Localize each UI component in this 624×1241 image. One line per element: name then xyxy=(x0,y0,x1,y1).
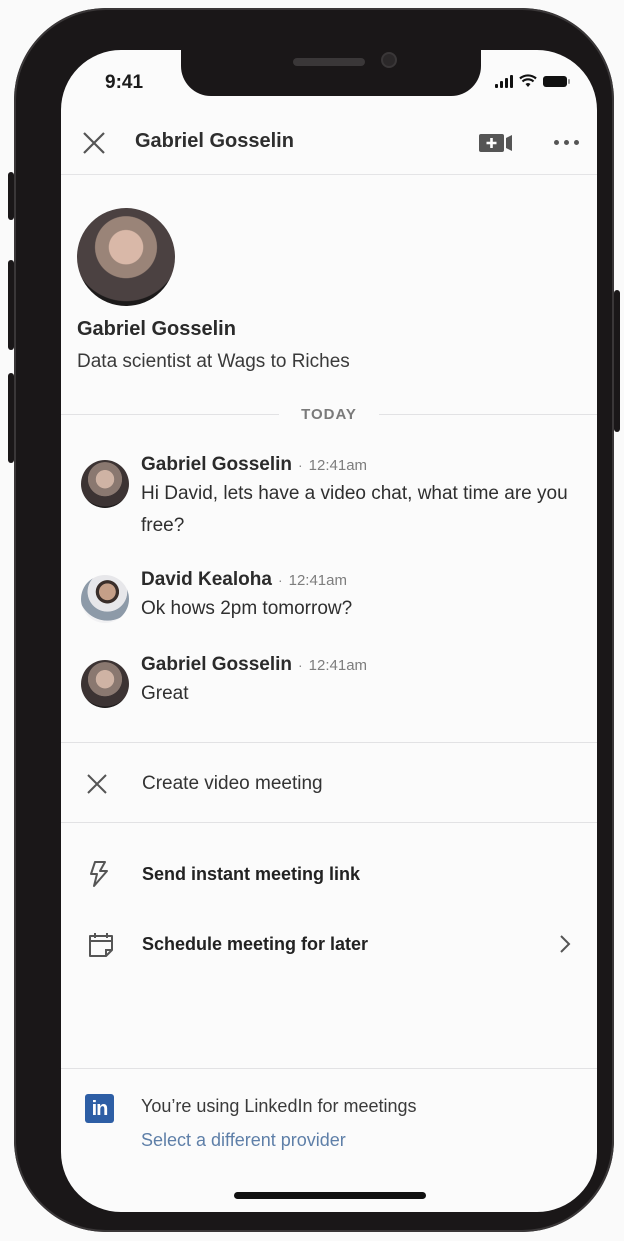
message-time: 12:41am xyxy=(308,457,368,474)
message-text: Ok hows 2pm tomorrow? xyxy=(141,598,353,619)
profile-name[interactable]: Gabriel Gosselin xyxy=(77,318,236,341)
front-camera xyxy=(381,52,397,68)
more-horizontal-icon[interactable] xyxy=(554,140,579,145)
linkedin-logo-icon: in xyxy=(85,1094,114,1123)
message-time: 12:41am xyxy=(288,572,347,589)
battery-icon xyxy=(543,75,570,87)
message-text: Great xyxy=(141,683,189,704)
message-author[interactable]: Gabriel Gosselin xyxy=(141,454,292,475)
close-icon[interactable] xyxy=(85,772,109,796)
calendar-icon xyxy=(89,933,113,957)
provider-text: You’re using LinkedIn for meetings xyxy=(141,1096,417,1116)
notch xyxy=(181,50,481,96)
lightning-icon xyxy=(90,861,108,887)
message-author[interactable]: David Kealoha xyxy=(141,569,272,590)
video-plus-icon[interactable] xyxy=(479,132,513,154)
message-author[interactable]: Gabriel Gosselin xyxy=(141,654,292,675)
wifi-icon xyxy=(519,74,537,87)
profile-headline: Data scientist at Wags to Riches xyxy=(77,351,350,372)
profile-avatar[interactable] xyxy=(77,208,175,306)
volume-down-button xyxy=(8,373,14,463)
volume-up-button xyxy=(8,260,14,350)
create-video-meeting-header: Create video meeting xyxy=(61,756,597,812)
phone-frame: 9:41 Gabriel Gosselin Gabriel Gosselin D… xyxy=(8,8,620,1232)
header-title: Gabriel Gosselin xyxy=(135,130,294,152)
divider xyxy=(61,822,597,823)
avatar[interactable] xyxy=(81,460,129,508)
select-provider-link[interactable]: Select a different provider xyxy=(141,1130,346,1151)
power-button xyxy=(614,290,620,432)
avatar[interactable] xyxy=(81,660,129,708)
status-icons xyxy=(495,74,570,88)
speaker xyxy=(293,58,365,66)
schedule-meeting-label: Schedule meeting for later xyxy=(142,933,369,954)
status-time: 9:41 xyxy=(105,72,144,93)
conversation-header: Gabriel Gosselin xyxy=(61,110,597,175)
divider xyxy=(61,742,597,743)
date-divider-label: TODAY xyxy=(301,406,357,423)
schedule-meeting-option[interactable]: Schedule meeting for later xyxy=(61,916,597,972)
send-instant-meeting-link-option[interactable]: Send instant meeting link xyxy=(61,846,597,902)
send-instant-meeting-link-label: Send instant meeting link xyxy=(142,863,361,884)
home-indicator[interactable] xyxy=(234,1192,426,1199)
message-text: Hi David, lets have a video chat, what t… xyxy=(141,483,568,536)
screen: 9:41 Gabriel Gosselin Gabriel Gosselin D… xyxy=(61,50,597,1212)
close-icon[interactable] xyxy=(81,130,107,156)
signal-icon xyxy=(495,74,513,88)
message-time: 12:41am xyxy=(308,657,368,674)
chevron-right-icon xyxy=(560,935,571,953)
date-divider: TODAY xyxy=(61,406,597,423)
avatar[interactable] xyxy=(81,575,129,623)
mute-switch xyxy=(8,172,14,220)
divider xyxy=(61,1068,597,1069)
create-video-meeting-title: Create video meeting xyxy=(142,773,323,794)
